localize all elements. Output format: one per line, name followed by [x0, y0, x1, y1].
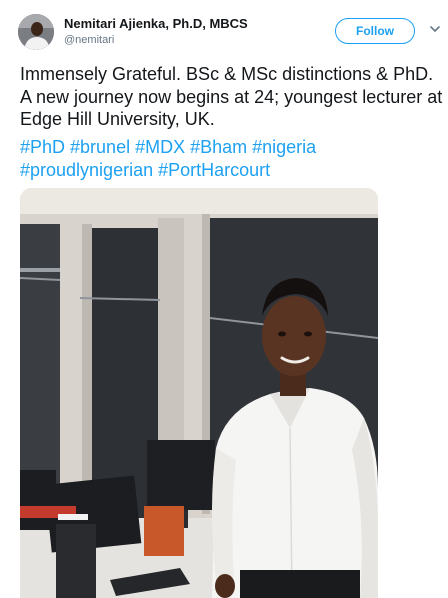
hashtag-link[interactable]: #PortHarcourt	[158, 160, 270, 180]
tweet-text: Immensely Grateful. BSc & MSc distinctio…	[20, 64, 443, 129]
tweet-header: Nemitari Ajienka, Ph.D, MBCS @nemitari F…	[0, 0, 448, 60]
hashtag-link[interactable]: #PhD	[20, 137, 65, 157]
author-handle[interactable]: @nemitari	[64, 34, 114, 46]
hashtag-link[interactable]: #proudlynigerian	[20, 160, 153, 180]
hashtag-link[interactable]: #nigeria	[252, 137, 316, 157]
avatar[interactable]	[18, 14, 54, 50]
follow-button[interactable]: Follow	[335, 18, 415, 44]
hashtag-list: #PhD #brunel #MDX #Bham #nigeria #proudlynige…	[20, 136, 445, 181]
chevron-down-icon[interactable]	[428, 22, 442, 36]
hashtag-link[interactable]: #Bham	[190, 137, 247, 157]
tweet-photo[interactable]	[20, 188, 378, 598]
hashtag-link[interactable]: #brunel	[70, 137, 130, 157]
author-name[interactable]: Nemitari Ajienka, Ph.D, MBCS	[64, 16, 248, 31]
hashtag-link[interactable]: #MDX	[135, 137, 185, 157]
